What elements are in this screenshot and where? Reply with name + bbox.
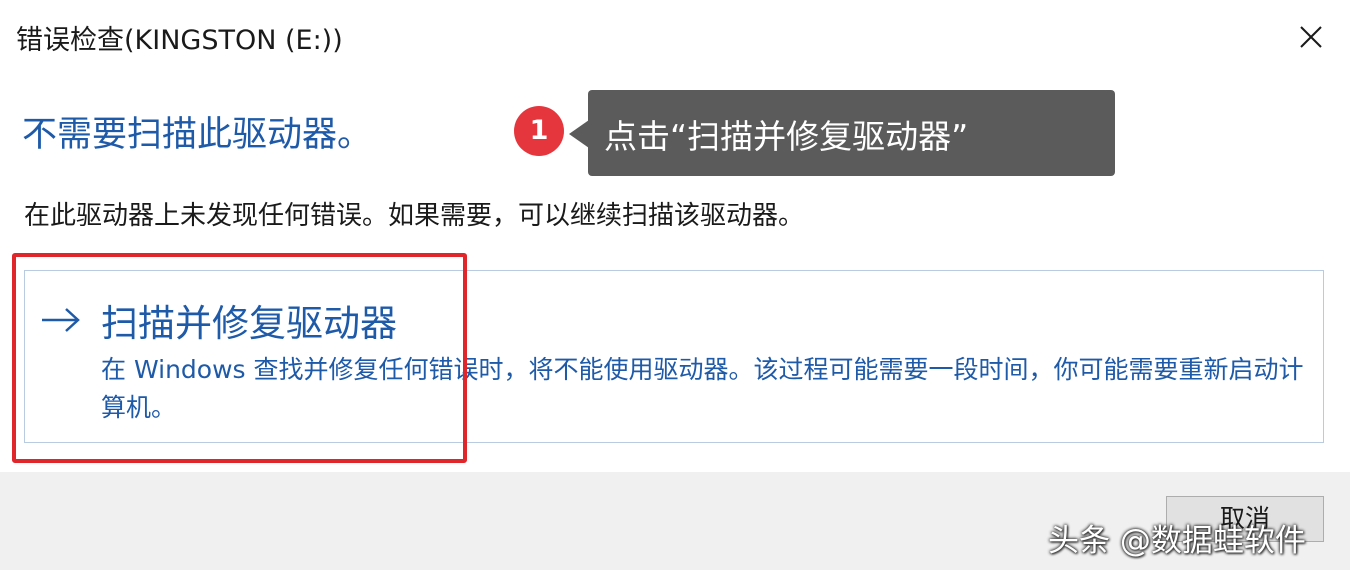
watermark: 头条 @数据蛙软件 <box>1048 523 1306 559</box>
step-badge: 1 <box>514 106 564 156</box>
instruction-tooltip: 点击“扫描并修复驱动器” <box>588 90 1115 176</box>
tooltip-pointer <box>569 120 589 148</box>
window-title: 错误检查(KINGSTON (E:)) <box>16 25 343 56</box>
option-title: 扫描并修复驱动器 <box>101 302 397 345</box>
close-icon <box>1300 26 1322 48</box>
page-heading: 不需要扫描此驱动器。 <box>22 115 373 155</box>
title-bar[interactable]: 错误检查(KINGSTON (E:)) <box>0 0 1350 78</box>
error-check-dialog: 错误检查(KINGSTON (E:)) 不需要扫描此驱动器。 1 点击“扫描并修… <box>0 0 1350 570</box>
close-button[interactable] <box>1288 14 1334 60</box>
arrow-right-icon <box>40 305 82 335</box>
scan-and-repair-option[interactable]: 扫描并修复驱动器 在 Windows 查找并修复任何错误时，将不能使用驱动器。该… <box>24 270 1324 443</box>
description-text: 在此驱动器上未发现任何错误。如果需要，可以继续扫描该驱动器。 <box>24 201 805 231</box>
tooltip-text: 点击“扫描并修复驱动器” <box>604 117 969 156</box>
option-description: 在 Windows 查找并修复任何错误时，将不能使用驱动器。该过程可能需要一段时… <box>101 355 1304 422</box>
